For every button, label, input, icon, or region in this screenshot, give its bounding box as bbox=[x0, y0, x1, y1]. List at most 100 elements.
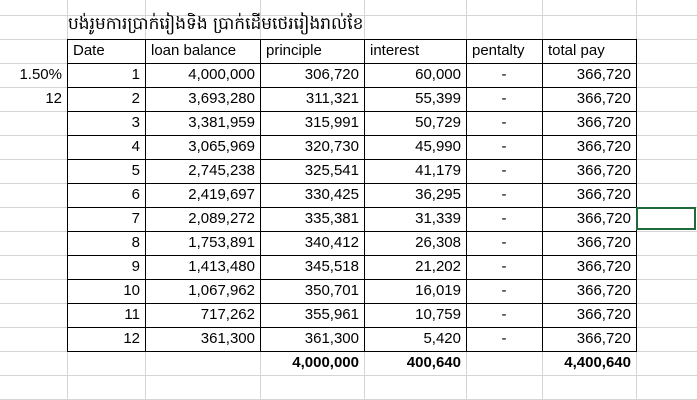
table-cell[interactable]: 3 bbox=[67, 111, 145, 135]
table-cell[interactable]: 5,420 bbox=[364, 327, 466, 351]
table-cell[interactable]: 717,262 bbox=[145, 303, 260, 327]
table-cell[interactable]: 41,179 bbox=[364, 159, 466, 183]
border-horizontal bbox=[67, 87, 637, 88]
column-header[interactable]: principle bbox=[260, 39, 364, 63]
table-cell[interactable]: 5 bbox=[67, 159, 145, 183]
border-vertical bbox=[260, 39, 261, 352]
table-cell[interactable]: 2,089,272 bbox=[145, 207, 260, 231]
table-cell[interactable]: 311,321 bbox=[260, 87, 364, 111]
table-cell[interactable]: 330,425 bbox=[260, 183, 364, 207]
table-cell[interactable]: 1,753,891 bbox=[145, 231, 260, 255]
column-header[interactable]: Date bbox=[67, 39, 145, 63]
rate-cell[interactable]: 1.50% bbox=[0, 63, 67, 87]
table-cell[interactable]: 350,701 bbox=[260, 279, 364, 303]
table-cell[interactable]: 3,065,969 bbox=[145, 135, 260, 159]
table-cell[interactable]: 16,019 bbox=[364, 279, 466, 303]
table-cell[interactable]: 10,759 bbox=[364, 303, 466, 327]
table-cell[interactable]: 45,990 bbox=[364, 135, 466, 159]
table-cell[interactable]: 2 bbox=[67, 87, 145, 111]
table-cell[interactable]: 366,720 bbox=[542, 279, 636, 303]
table-cell[interactable]: 21,202 bbox=[364, 255, 466, 279]
table-cell[interactable]: 335,381 bbox=[260, 207, 364, 231]
table-cell[interactable]: 2,745,238 bbox=[145, 159, 260, 183]
table-cell[interactable]: 366,720 bbox=[542, 111, 636, 135]
table-cell[interactable]: 1,413,480 bbox=[145, 255, 260, 279]
table-cell[interactable]: 325,541 bbox=[260, 159, 364, 183]
table-cell[interactable]: 361,300 bbox=[145, 327, 260, 351]
table-cell[interactable]: - bbox=[466, 135, 542, 159]
table-cell[interactable]: 4 bbox=[67, 135, 145, 159]
table-cell[interactable]: 355,961 bbox=[260, 303, 364, 327]
table-cell[interactable]: 366,720 bbox=[542, 255, 636, 279]
table-cell[interactable]: 10 bbox=[67, 279, 145, 303]
border-vertical bbox=[145, 39, 146, 352]
table-cell[interactable]: - bbox=[466, 111, 542, 135]
table-cell[interactable]: 55,399 bbox=[364, 87, 466, 111]
table-cell[interactable]: 315,991 bbox=[260, 111, 364, 135]
border-horizontal bbox=[67, 279, 637, 280]
column-header[interactable]: interest bbox=[364, 39, 466, 63]
table-cell[interactable]: - bbox=[466, 279, 542, 303]
column-header[interactable]: pentalty bbox=[466, 39, 542, 63]
table-cell[interactable]: 366,720 bbox=[542, 63, 636, 87]
table-cell[interactable]: 366,720 bbox=[542, 183, 636, 207]
table-cell[interactable]: - bbox=[466, 327, 542, 351]
table-cell[interactable]: 3,381,959 bbox=[145, 111, 260, 135]
table-cell[interactable]: 366,720 bbox=[542, 207, 636, 231]
border-vertical bbox=[466, 39, 467, 352]
table-cell[interactable]: 361,300 bbox=[260, 327, 364, 351]
table-cell[interactable]: 340,412 bbox=[260, 231, 364, 255]
border-horizontal bbox=[67, 327, 637, 328]
table-cell[interactable]: 366,720 bbox=[542, 327, 636, 351]
table-cell[interactable]: 60,000 bbox=[364, 63, 466, 87]
table-cell[interactable]: - bbox=[466, 159, 542, 183]
table-cell[interactable]: - bbox=[466, 207, 542, 231]
table-cell[interactable]: - bbox=[466, 303, 542, 327]
table-cell[interactable]: 1,067,962 bbox=[145, 279, 260, 303]
table-cell[interactable]: 366,720 bbox=[542, 135, 636, 159]
border-horizontal bbox=[67, 351, 637, 352]
table-cell[interactable]: 50,729 bbox=[364, 111, 466, 135]
spreadsheet-grid[interactable]: បង់រូមការប្រាក់រៀងទិង ប្រាក់ដើមថេររៀងរាល… bbox=[0, 0, 697, 400]
border-horizontal bbox=[67, 207, 637, 208]
selected-cell[interactable] bbox=[636, 207, 696, 230]
table-cell[interactable]: 11 bbox=[67, 303, 145, 327]
table-cell[interactable]: 6 bbox=[67, 183, 145, 207]
border-horizontal bbox=[67, 183, 637, 184]
gridline-horizontal bbox=[0, 375, 697, 376]
total-interest[interactable]: 400,640 bbox=[364, 351, 466, 375]
months-cell[interactable]: 12 bbox=[0, 87, 67, 111]
table-cell[interactable]: - bbox=[466, 183, 542, 207]
table-cell[interactable]: 3,693,280 bbox=[145, 87, 260, 111]
table-cell[interactable]: 366,720 bbox=[542, 159, 636, 183]
total-total-pay[interactable]: 4,400,640 bbox=[542, 351, 636, 375]
table-cell[interactable]: 2,419,697 bbox=[145, 183, 260, 207]
table-cell[interactable]: 366,720 bbox=[542, 231, 636, 255]
border-horizontal bbox=[67, 303, 637, 304]
table-cell[interactable]: - bbox=[466, 231, 542, 255]
table-cell[interactable]: 12 bbox=[67, 327, 145, 351]
table-cell[interactable]: 7 bbox=[67, 207, 145, 231]
table-cell[interactable]: 8 bbox=[67, 231, 145, 255]
table-cell[interactable]: - bbox=[466, 255, 542, 279]
table-cell[interactable]: 9 bbox=[67, 255, 145, 279]
column-header[interactable]: total pay bbox=[542, 39, 636, 63]
border-horizontal bbox=[67, 63, 637, 64]
table-cell[interactable]: 26,308 bbox=[364, 231, 466, 255]
table-cell[interactable]: 1 bbox=[67, 63, 145, 87]
table-cell[interactable]: 31,339 bbox=[364, 207, 466, 231]
table-cell[interactable]: - bbox=[466, 63, 542, 87]
table-cell[interactable]: 345,518 bbox=[260, 255, 364, 279]
table-cell[interactable]: - bbox=[466, 87, 542, 111]
table-cell[interactable]: 4,000,000 bbox=[145, 63, 260, 87]
table-cell[interactable]: 320,730 bbox=[260, 135, 364, 159]
table-cell[interactable]: 36,295 bbox=[364, 183, 466, 207]
border-horizontal bbox=[67, 159, 637, 160]
column-header[interactable]: loan balance bbox=[145, 39, 260, 63]
sheet-title[interactable]: បង់រូមការប្រាក់រៀងទិង ប្រាក់ដើមថេររៀងរាល… bbox=[68, 11, 363, 38]
table-cell[interactable]: 366,720 bbox=[542, 303, 636, 327]
table-cell[interactable]: 366,720 bbox=[542, 87, 636, 111]
border-vertical bbox=[636, 39, 637, 352]
table-cell[interactable]: 306,720 bbox=[260, 63, 364, 87]
total-principle[interactable]: 4,000,000 bbox=[260, 351, 364, 375]
